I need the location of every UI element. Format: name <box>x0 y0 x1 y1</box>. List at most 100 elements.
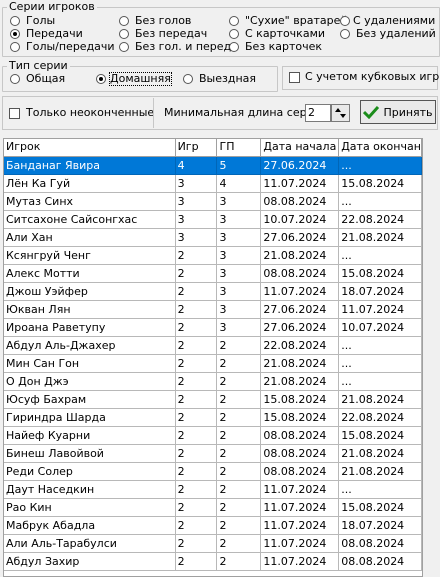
series-radio-goals[interactable] <box>10 16 20 26</box>
cell-start-date: 08.08.2024 <box>261 445 340 463</box>
series-label-goals-assists: Голы/передачи <box>26 40 115 53</box>
table-row[interactable]: Юсуф Бахрам 2 2 15.08.2024 21.08.2024 <box>4 391 422 409</box>
series-radio-with-red[interactable] <box>340 16 350 26</box>
cell-games: 2 <box>175 319 218 337</box>
table-row[interactable]: Найеф Куарни 2 2 08.08.2024 15.08.2024 <box>4 427 422 445</box>
cell-gp: 2 <box>217 337 262 355</box>
unfinished-checkbox[interactable] <box>9 108 20 119</box>
cell-end-date: 18.07.2024 <box>339 517 422 535</box>
table-row[interactable]: Джош Уэйфер 2 3 11.07.2024 18.07.2024 <box>4 283 422 301</box>
cell-start-date: 11.07.2024 <box>261 481 340 499</box>
cell-gp: 2 <box>217 517 262 535</box>
table-body: Банданаг Явира 4 5 27.06.2024... Лён Ка Гуй 3… <box>4 157 422 571</box>
cell-gp: 2 <box>217 499 262 517</box>
table-row[interactable]: Али Аль-Тарабулси 2 2 11.07.2024 08.08.2024 <box>4 535 422 553</box>
cell-gp: 3 <box>217 301 262 319</box>
series-radio-no-assists[interactable] <box>119 29 129 39</box>
type-radio-overall[interactable] <box>10 74 20 84</box>
table-row[interactable]: Мутаз Синх 3 3 08.08.2024... <box>4 193 422 211</box>
series-radio-assists[interactable] <box>10 29 20 39</box>
cell-start-date: 21.08.2024 <box>261 247 340 265</box>
cell-games: 3 <box>175 229 218 247</box>
table-row[interactable]: Ироана Раветупу 2 3 27.06.2024 10.07.2024 <box>4 319 422 337</box>
table-side-area <box>423 138 440 577</box>
table-row[interactable]: Даут Наседкин 2 2 11.07.2024... <box>4 481 422 499</box>
cell-games: 3 <box>175 211 218 229</box>
table-row[interactable]: Реди Солер 2 2 08.08.2024 21.08.2024 <box>4 463 422 481</box>
table-row[interactable]: Банданаг Явира 4 5 27.06.2024... <box>4 157 422 175</box>
table-row[interactable]: Мин Сан Гон 2 2 21.08.2024... <box>4 355 422 373</box>
col-header-end-date[interactable]: Дата окончания <box>339 139 422 157</box>
cell-end-date: ... <box>339 355 422 373</box>
cell-player: Найеф Куарни <box>4 427 176 445</box>
cell-player: Рао Кин <box>4 499 176 517</box>
series-radio-with-cards[interactable] <box>229 29 239 39</box>
table-row[interactable]: Ксянгруй Ченг 2 3 21.08.2024... <box>4 247 422 265</box>
cell-games: 2 <box>175 373 218 391</box>
cup-games-checkbox[interactable] <box>289 72 300 83</box>
series-radio-goals-assists[interactable] <box>10 42 20 52</box>
table-row[interactable]: Рао Кин 2 2 11.07.2024 15.08.2024 <box>4 499 422 517</box>
series-radio-no-cards[interactable] <box>229 42 239 52</box>
table-row[interactable]: Лён Ка Гуй 3 4 11.07.2024 15.08.2024 <box>4 175 422 193</box>
col-header-player[interactable]: Игрок <box>4 139 176 157</box>
series-label-with-red: С удалениями <box>353 14 436 27</box>
type-radio-away[interactable] <box>183 74 193 84</box>
series-label-no-goals: Без голов <box>135 14 192 27</box>
cell-end-date: 08.08.2024 <box>339 535 422 553</box>
cell-player: Джош Уэйфер <box>4 283 176 301</box>
cell-end-date: 08.08.2024 <box>339 553 422 571</box>
cell-start-date: 27.06.2024 <box>261 157 340 175</box>
series-label-goals: Голы <box>26 14 56 27</box>
cell-gp: 3 <box>217 319 262 337</box>
cell-player: Юкван Лян <box>4 301 176 319</box>
table-row[interactable]: Бинеш Лавойвой 2 2 08.08.2024 21.08.2024 <box>4 445 422 463</box>
cell-player: Абдул Аль-Джахер <box>4 337 176 355</box>
cell-start-date: 11.07.2024 <box>261 517 340 535</box>
cell-player: Мабрук Абадла <box>4 517 176 535</box>
table-row[interactable]: Абдул Аль-Джахер 2 2 22.08.2024... <box>4 337 422 355</box>
cell-gp: 2 <box>217 373 262 391</box>
cell-end-date: 15.08.2024 <box>339 265 422 283</box>
table-row[interactable]: Юкван Лян 2 3 27.06.2024 11.07.2024 <box>4 301 422 319</box>
cell-gp: 2 <box>217 445 262 463</box>
series-radio-no-goals[interactable] <box>119 16 129 26</box>
cell-games: 2 <box>175 535 218 553</box>
cell-games: 2 <box>175 499 218 517</box>
cell-end-date: ... <box>339 373 422 391</box>
min-length-spinner[interactable] <box>331 104 350 122</box>
col-header-gp[interactable]: ГП <box>217 139 262 157</box>
table-row[interactable]: Ситсахоне Сайсонгхас 3 3 10.07.2024 22.08.20… <box>4 211 422 229</box>
series-table: Игрок Игр ГП Дата начала Дата окончания … <box>3 138 423 577</box>
cell-start-date: 11.07.2024 <box>261 535 340 553</box>
cell-games: 2 <box>175 391 218 409</box>
cell-end-date: 15.08.2024 <box>339 499 422 517</box>
cell-games: 2 <box>175 301 218 319</box>
table-row[interactable]: Мабрук Абадла 2 2 11.07.2024 18.07.2024 <box>4 517 422 535</box>
table-row[interactable]: Али Хан 3 3 27.06.2024 21.08.2024 <box>4 229 422 247</box>
col-header-games[interactable]: Игр <box>175 139 218 157</box>
cell-games: 2 <box>175 445 218 463</box>
cell-games: 2 <box>175 463 218 481</box>
min-length-input[interactable]: 2 <box>305 104 331 122</box>
min-length-label: Минимальная длина серии <box>164 106 321 119</box>
accept-button[interactable]: Принять <box>360 100 436 124</box>
cell-player: Али Аль-Тарабулси <box>4 535 176 553</box>
cell-gp: 2 <box>217 409 262 427</box>
series-radio-no-red[interactable] <box>340 29 350 39</box>
series-radio-clean-sheets[interactable] <box>229 16 239 26</box>
cell-end-date: 10.07.2024 <box>339 319 422 337</box>
cell-games: 2 <box>175 247 218 265</box>
cell-gp: 3 <box>217 211 262 229</box>
cell-end-date: 15.08.2024 <box>339 175 422 193</box>
table-row[interactable]: Абдул Захир 2 2 11.07.2024 08.08.2024 <box>4 553 422 571</box>
table-row[interactable]: Гириндра Шарда 2 2 15.08.2024 22.08.2024 <box>4 409 422 427</box>
series-radio-no-goals-assists[interactable] <box>119 42 129 52</box>
cell-end-date: ... <box>339 193 422 211</box>
cell-start-date: 27.06.2024 <box>261 319 340 337</box>
table-row[interactable]: О Дон Джэ 2 2 21.08.2024... <box>4 373 422 391</box>
series-group-title: Серии игроков <box>7 0 97 13</box>
col-header-start-date[interactable]: Дата начала <box>261 139 340 157</box>
type-radio-home[interactable] <box>96 74 106 84</box>
table-row[interactable]: Алекс Мотти 2 3 08.08.2024 15.08.2024 <box>4 265 422 283</box>
